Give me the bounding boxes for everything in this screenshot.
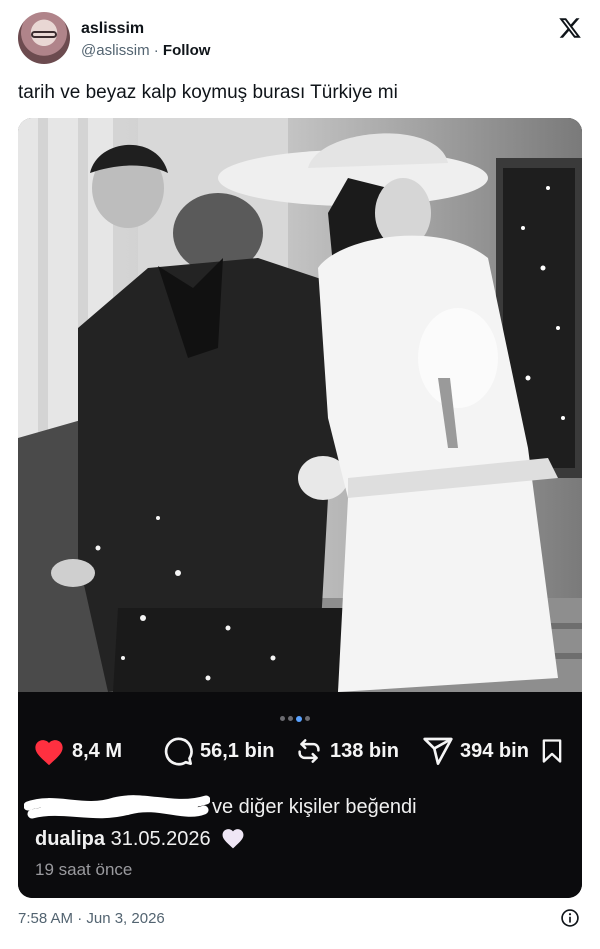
redaction-scribble <box>24 795 210 819</box>
comment-bubble-icon <box>164 737 193 766</box>
x-logo-icon[interactable] <box>558 16 582 40</box>
heart-filled-icon <box>35 740 63 766</box>
save-button[interactable] <box>538 734 566 768</box>
carousel-dot[interactable] <box>305 716 310 722</box>
post-info-panel: 8,4 M 56,1 bin 138 bin 394 bin ve diğer … <box>18 692 582 898</box>
author-display-name[interactable]: aslissim <box>81 20 144 38</box>
carousel-dot[interactable] <box>288 716 293 722</box>
send-paper-plane-icon <box>423 737 453 765</box>
tweet-text: tarih ve beyaz kalp koymuş burası Türkiy… <box>18 82 398 103</box>
author-handle-line: @aslissim · Follow <box>81 42 210 59</box>
carousel-dot[interactable] <box>280 716 285 722</box>
tweet-footer: 7:58 AM · Jun 3, 2026 <box>18 908 584 930</box>
share-count: 394 bin <box>460 739 529 762</box>
white-heart-icon <box>222 829 244 849</box>
carousel-dot-active[interactable] <box>296 715 302 722</box>
like-count: 8,4 M <box>72 739 123 762</box>
tweet-header: aslissim @aslissim · Follow <box>18 12 584 68</box>
liked-by-text: ve diğer kişiler beğendi <box>212 796 417 818</box>
liked-by-row: ve diğer kişiler beğendi <box>18 790 582 820</box>
comment-button[interactable]: 56,1 bin <box>162 734 274 768</box>
repost-count: 138 bin <box>330 739 399 762</box>
carousel-indicator <box>280 710 313 722</box>
comment-count: 56,1 bin <box>200 739 275 762</box>
author-avatar[interactable] <box>18 12 70 64</box>
post-time-ago: 19 saat önce <box>35 860 133 879</box>
author-handle[interactable]: @aslissim <box>81 42 150 59</box>
info-icon[interactable] <box>560 908 580 928</box>
post-caption: dualipa 31.05.2026 <box>35 826 246 851</box>
bookmark-icon <box>542 739 562 763</box>
caption-username[interactable]: dualipa <box>35 828 105 850</box>
tweet-timestamp[interactable]: 7:58 AM · Jun 3, 2026 <box>18 910 165 927</box>
like-button[interactable]: 8,4 M <box>32 734 122 768</box>
caption-text: 31.05.2026 <box>110 828 211 850</box>
embedded-post-card[interactable]: 8,4 M 56,1 bin 138 bin 394 bin ve diğer … <box>18 118 582 898</box>
repost-button[interactable]: 138 bin <box>294 734 399 768</box>
wedding-photo[interactable] <box>18 118 582 692</box>
repost-icon <box>298 739 320 763</box>
share-button[interactable]: 394 bin <box>422 734 529 768</box>
post-action-bar: 8,4 M 56,1 bin 138 bin 394 bin <box>32 734 572 768</box>
follow-button[interactable]: Follow <box>163 42 211 59</box>
separator-dot: · <box>149 42 163 59</box>
